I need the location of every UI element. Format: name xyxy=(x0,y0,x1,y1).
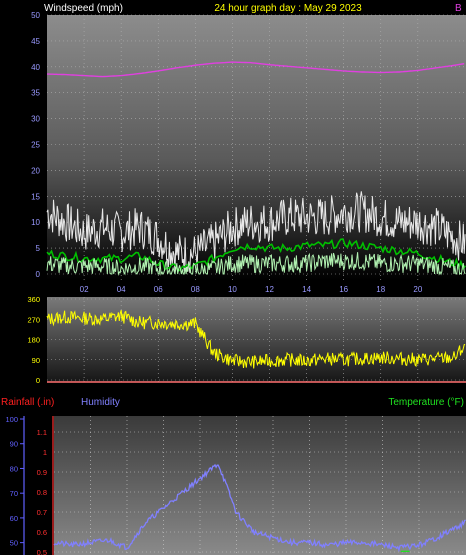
time-x-tick: 02 xyxy=(80,285,89,294)
time-x-tick: 16 xyxy=(339,285,348,294)
windspeed-y-tick: 45 xyxy=(31,37,40,46)
direction-y-axis: 0 90 180 270 360 xyxy=(27,295,40,385)
windspeed-y-tick: 35 xyxy=(31,89,40,98)
humidity-y-tick: 100 xyxy=(5,415,18,424)
pressure-label: B xyxy=(455,3,462,14)
humidity-y-axis: 50 60 70 80 90 100 xyxy=(5,415,24,548)
weather-graph: Windspeed (mph) 24 hour graph day : May … xyxy=(1,3,466,555)
humidity-y-tick: 80 xyxy=(10,464,18,473)
rainfall-label: Rainfall (.in) xyxy=(1,397,54,408)
humidity-y-tick: 50 xyxy=(10,539,18,548)
windspeed-y-tick: 15 xyxy=(31,192,40,201)
time-x-tick: 20 xyxy=(413,285,422,294)
direction-y-tick: 90 xyxy=(32,356,40,365)
humidity-y-tick: 60 xyxy=(10,514,18,523)
direction-y-tick: 270 xyxy=(27,315,40,324)
windspeed-plot-area xyxy=(47,15,466,280)
rainfall-y-tick: 0.8 xyxy=(37,488,47,497)
rainfall-y-tick: 0.6 xyxy=(37,528,47,537)
windspeed-y-tick: 25 xyxy=(31,141,40,150)
humidity-plot-area xyxy=(54,416,466,555)
humidity-label: Humidity xyxy=(81,397,120,408)
direction-y-tick: 360 xyxy=(27,295,40,304)
rainfall-y-tick: 1.1 xyxy=(37,428,47,437)
windspeed-y-tick: 20 xyxy=(31,166,40,175)
windspeed-y-tick: 50 xyxy=(31,11,40,20)
time-x-tick: 18 xyxy=(376,285,385,294)
humidity-y-tick: 70 xyxy=(10,489,18,498)
windspeed-y-axis: 0 5 10 15 20 25 30 35 40 45 50 xyxy=(31,11,40,279)
windspeed-y-tick: 10 xyxy=(31,218,40,227)
rainfall-y-tick: 0.5 xyxy=(37,548,47,555)
windspeed-y-tick: 0 xyxy=(36,270,41,279)
time-x-tick: 08 xyxy=(191,285,200,294)
time-x-tick: 04 xyxy=(117,285,126,294)
rainfall-y-tick: 1 xyxy=(43,448,47,457)
time-x-tick: 14 xyxy=(302,285,311,294)
windspeed-label: Windspeed (mph) xyxy=(44,3,123,14)
time-x-tick: 12 xyxy=(265,285,274,294)
time-x-axis: 02 04 06 08 10 12 14 16 18 20 xyxy=(80,285,423,294)
temperature-label: Temperature (°F) xyxy=(388,397,464,408)
rainfall-y-tick: 0.7 xyxy=(37,508,47,517)
direction-y-tick: 180 xyxy=(27,336,40,345)
rainfall-y-tick: 0.9 xyxy=(37,468,47,477)
rainfall-y-axis: 0.5 0.6 0.7 0.8 0.9 1 1.1 xyxy=(37,428,47,555)
humidity-y-tick: 90 xyxy=(10,440,18,449)
chart-title: 24 hour graph day : May 29 2023 xyxy=(214,3,362,14)
time-x-tick: 06 xyxy=(154,285,163,294)
direction-y-tick: 0 xyxy=(36,376,40,385)
windspeed-y-tick: 40 xyxy=(31,63,40,72)
windspeed-y-tick: 30 xyxy=(31,115,40,124)
windspeed-y-tick: 5 xyxy=(36,244,41,253)
time-x-tick: 10 xyxy=(228,285,237,294)
